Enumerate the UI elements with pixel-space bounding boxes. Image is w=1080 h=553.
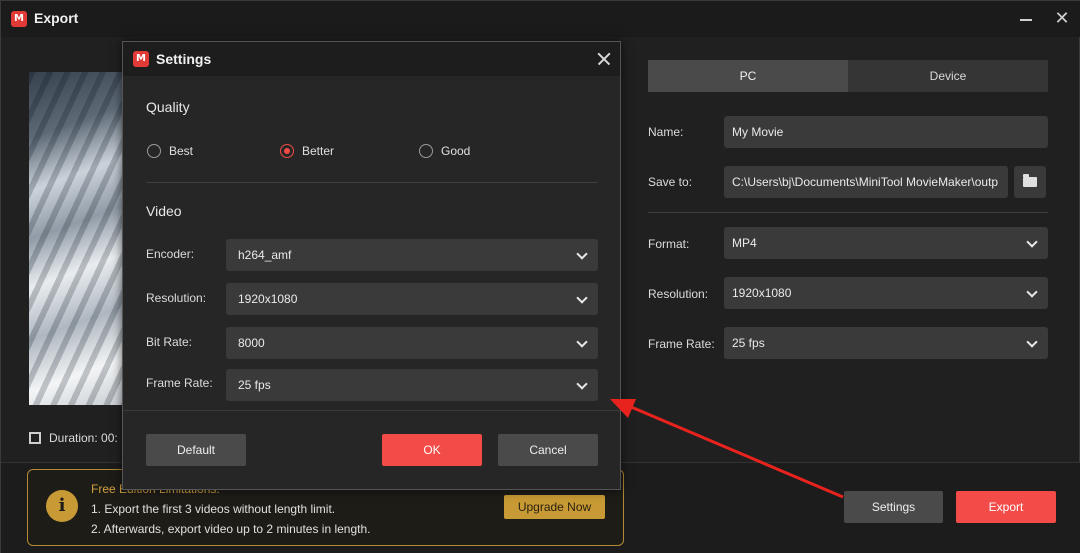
name-input[interactable]: My Movie <box>724 116 1048 148</box>
dialog-resolution-value: 1920x1080 <box>238 292 298 306</box>
radio-checked-icon <box>280 144 294 158</box>
quality-best-radio[interactable]: Best <box>147 143 193 159</box>
dialog-frame-rate-value: 25 fps <box>238 378 271 392</box>
default-button[interactable]: Default <box>146 434 246 466</box>
bit-rate-label: Bit Rate: <box>146 335 193 349</box>
info-icon: i <box>46 490 78 522</box>
chevron-down-icon <box>576 248 588 260</box>
chevron-down-icon <box>576 292 588 304</box>
cancel-button[interactable]: Cancel <box>498 434 598 466</box>
close-button[interactable]: ✕ <box>1050 7 1074 31</box>
quality-better-radio[interactable]: Better <box>280 143 334 159</box>
quality-best-label: Best <box>169 144 194 158</box>
dialog-title: Settings <box>156 51 212 67</box>
upgrade-now-button[interactable]: Upgrade Now <box>504 495 605 519</box>
save-to-label: Save to: <box>648 175 693 189</box>
dialog-resolution-label: Resolution: <box>146 291 207 305</box>
right-divider <box>648 212 1048 213</box>
quality-good-radio[interactable]: Good <box>419 143 470 159</box>
format-label: Format: <box>648 237 690 251</box>
minimize-button[interactable] <box>1014 7 1038 31</box>
dialog-title-bar: M Settings <box>123 42 620 76</box>
browse-folder-button[interactable] <box>1014 166 1046 198</box>
encoder-label: Encoder: <box>146 247 195 261</box>
encoder-select[interactable]: h264_amf <box>226 239 598 271</box>
chevron-down-icon <box>576 378 588 390</box>
dialog-frame-rate-select[interactable]: 25 fps <box>226 369 598 401</box>
quality-heading: Quality <box>146 99 190 115</box>
encoder-value: h264_amf <box>238 248 292 262</box>
notice-line-1: 1. Export the first 3 videos without len… <box>91 502 336 516</box>
folder-icon <box>1023 174 1037 187</box>
window-title: Export <box>34 10 79 26</box>
export-button[interactable]: Export <box>956 491 1056 523</box>
bit-rate-value: 8000 <box>238 336 265 350</box>
chevron-down-icon <box>1026 336 1038 348</box>
chevron-down-icon <box>576 336 588 348</box>
ok-button[interactable]: OK <box>382 434 482 466</box>
resolution-label: Resolution: <box>648 287 709 301</box>
save-path-input[interactable]: C:\Users\bj\Documents\MiniTool MovieMake… <box>724 166 1008 198</box>
radio-icon <box>419 144 433 158</box>
resolution-value: 1920x1080 <box>732 286 792 300</box>
dialog-close-button[interactable] <box>593 48 615 70</box>
name-label: Name: <box>648 125 684 139</box>
quality-better-label: Better <box>302 144 335 158</box>
target-tabs: PC Device <box>648 60 1048 92</box>
tab-device[interactable]: Device <box>848 60 1048 92</box>
frame-rate-select[interactable]: 25 fps <box>724 327 1048 359</box>
frame-rate-label: Frame Rate: <box>648 337 715 351</box>
dialog-divider <box>146 182 598 183</box>
frame-rate-value: 25 fps <box>732 336 765 350</box>
format-value: MP4 <box>732 236 757 250</box>
app-logo-icon: M <box>11 11 27 27</box>
chevron-down-icon <box>1026 286 1038 298</box>
resolution-select[interactable]: 1920x1080 <box>724 277 1048 309</box>
dialog-resolution-select[interactable]: 1920x1080 <box>226 283 598 315</box>
title-bar: M Export ✕ <box>1 1 1080 37</box>
quality-good-label: Good <box>441 144 471 158</box>
settings-dialog: M Settings Quality Best Better Good Vide… <box>122 41 621 490</box>
app-logo-icon: M <box>133 51 149 67</box>
format-select[interactable]: MP4 <box>724 227 1048 259</box>
dialog-frame-rate-label: Frame Rate: <box>146 376 213 390</box>
radio-icon <box>147 144 161 158</box>
tab-pc[interactable]: PC <box>648 60 848 92</box>
bit-rate-select[interactable]: 8000 <box>226 327 598 359</box>
video-heading: Video <box>146 203 182 219</box>
duration-label: Duration: <box>49 431 98 445</box>
duration-value: 00: <box>101 431 118 445</box>
dialog-footer-divider <box>123 410 620 411</box>
film-icon <box>29 432 41 444</box>
duration-info: Duration: 00: <box>29 431 118 445</box>
settings-button[interactable]: Settings <box>844 491 943 523</box>
notice-line-2: 2. Afterwards, export video up to 2 minu… <box>91 522 371 536</box>
chevron-down-icon <box>1026 236 1038 248</box>
